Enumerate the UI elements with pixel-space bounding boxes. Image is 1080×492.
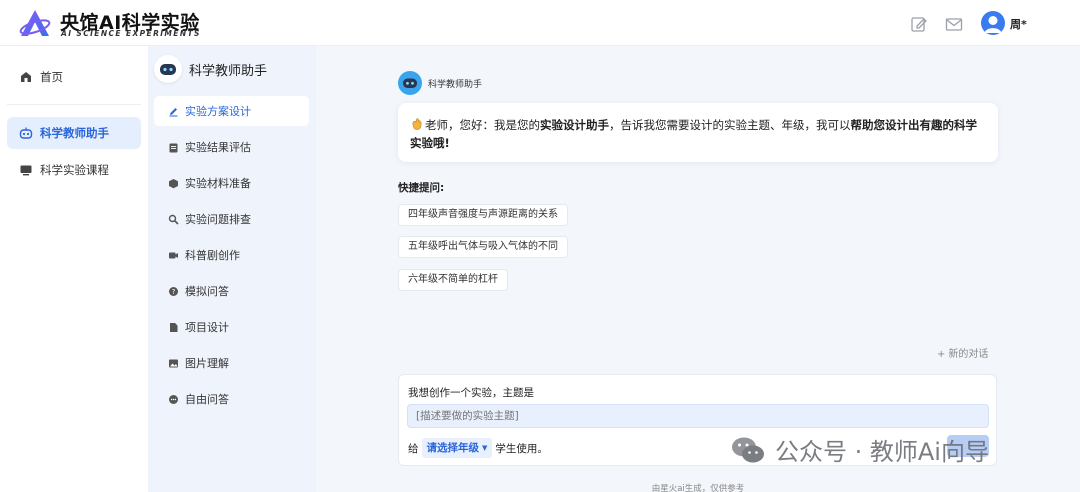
tab-label: 项目设计 (185, 321, 229, 334)
greeting-text-2: ，告诉我您需要设计的实验主题、年级，我可以 (609, 118, 851, 132)
edit-icon[interactable] (910, 15, 928, 33)
video-icon (169, 252, 178, 258)
wechat-icon (732, 437, 764, 462)
assistant-title: 科学教师助手 (189, 63, 268, 79)
watermark: 公众号 · 教师Ai向导 (729, 432, 989, 467)
top-header: 央馆AI科学实验 AI SCIENCE EXPERIMENTS 周* (0, 0, 1080, 46)
image-icon (169, 359, 178, 367)
nav-item-home[interactable]: 首页 (7, 61, 141, 93)
caret-down-icon: ▼ (482, 444, 488, 452)
topic-input[interactable] (407, 404, 989, 428)
robot-icon (154, 55, 182, 83)
tab-result-evaluation[interactable]: 实验结果评估 (154, 132, 309, 162)
plus-icon: + (937, 349, 946, 360)
wave-hand-icon (410, 117, 424, 131)
tab-label: 实验问题排查 (185, 213, 251, 226)
svg-text:?: ? (172, 288, 176, 296)
home-icon (21, 72, 31, 82)
robot-icon (398, 71, 422, 95)
secondary-sidebar: 科学教师助手 实验方案设计 实验结果评估 实验材料准备 实验问题排查 科普剧创作… (148, 46, 316, 492)
nav-item-teacher-assistant[interactable]: 科学教师助手 (7, 117, 141, 149)
robot-icon (19, 127, 33, 139)
box-icon (169, 178, 178, 188)
bot-message-header: 科学教师助手 (398, 71, 482, 95)
user-name[interactable]: 周* (1010, 16, 1027, 32)
document-icon (170, 322, 178, 332)
nav-item-experiment-courses[interactable]: 科学实验课程 (7, 154, 141, 186)
tab-label: 实验方案设计 (185, 105, 251, 118)
tab-science-drama[interactable]: 科普剧创作 (154, 240, 309, 270)
question-icon: ? (169, 286, 178, 296)
tab-project-design[interactable]: 项目设计 (154, 312, 309, 342)
pencil-icon (169, 107, 178, 116)
nav-item-label: 首页 (40, 70, 63, 84)
greeting-message: 老师，您好：我是您的实验设计助手，告诉我您需要设计的实验主题、年级，我可以帮助您… (398, 103, 998, 162)
new-chat-label: 新的对话 (948, 349, 989, 360)
quick-question-chip[interactable]: 六年级不简单的杠杆 (398, 269, 508, 291)
tab-problem-troubleshooting[interactable]: 实验问题排查 (154, 204, 309, 234)
clipboard-icon (169, 143, 178, 152)
brand-subtitle: AI SCIENCE EXPERIMENTS (61, 29, 201, 38)
watermark-text: 公众号 · 教师Ai向导 (775, 438, 989, 466)
composer-suffix: 学生使用。 (495, 442, 548, 455)
tab-label: 图片理解 (185, 357, 229, 370)
tab-mock-qa[interactable]: ? 模拟问答 (154, 276, 309, 306)
nav-item-label: 科学教师助手 (40, 126, 109, 140)
tab-label: 实验结果评估 (185, 141, 251, 154)
tab-label: 实验材料准备 (185, 177, 251, 190)
quick-questions-label: 快捷提问: (398, 182, 445, 194)
primary-sidebar: 首页 科学教师助手 科学实验课程 (0, 46, 148, 492)
tab-label: 科普剧创作 (185, 249, 240, 262)
quick-question-chip[interactable]: 四年级声音强度与声源距离的关系 (398, 204, 568, 226)
nav-item-label: 科学实验课程 (40, 163, 109, 177)
quick-question-chip[interactable]: 五年级呼出气体与吸入气体的不同 (398, 236, 568, 258)
composer-prompt-text: 我想创作一个实验，主题是 (408, 387, 534, 399)
greeting-text-1: 老师，您好：我是您的 (425, 118, 540, 132)
chat-main: 科学教师助手 老师，您好：我是您的实验设计助手，告诉我您需要设计的实验主题、年级… (316, 46, 1080, 492)
composer-grade-line: 给 请选择年级 ▼ 学生使用。 (408, 438, 548, 458)
bot-name: 科学教师助手 (428, 79, 483, 90)
greeting-bold-1: 实验设计助手 (540, 118, 609, 132)
mail-icon[interactable] (945, 15, 963, 33)
tab-image-understanding[interactable]: 图片理解 (154, 348, 309, 378)
tab-material-preparation[interactable]: 实验材料准备 (154, 168, 309, 198)
assistant-header: 科学教师助手 (154, 54, 267, 84)
tab-label: 模拟问答 (185, 285, 229, 298)
user-avatar-icon[interactable] (981, 11, 1005, 35)
tab-label: 自由问答 (185, 393, 229, 406)
brand-logo-icon (19, 10, 51, 36)
search-icon (168, 214, 179, 225)
new-chat-button[interactable]: + 新的对话 (931, 345, 995, 365)
footer-disclaimer: 由星火ai生成，仅供参考 (651, 484, 745, 492)
composer-prefix: 给 (408, 442, 419, 455)
grade-select-label: 请选择年级 (426, 442, 480, 454)
divider (7, 104, 141, 105)
tab-free-qa[interactable]: 自由问答 (154, 384, 309, 414)
tab-experiment-design[interactable]: 实验方案设计 (154, 96, 309, 126)
chat-icon (169, 394, 178, 404)
grade-select[interactable]: 请选择年级 ▼ (421, 438, 493, 458)
monitor-icon (20, 165, 32, 176)
